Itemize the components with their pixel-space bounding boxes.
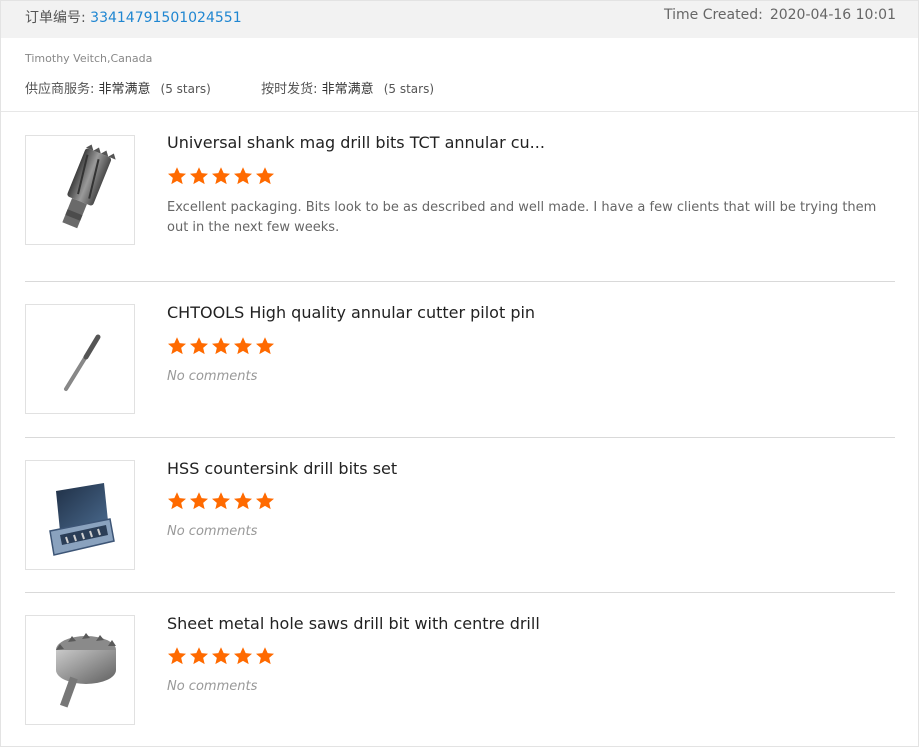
drill-bit-set-case-image — [49, 483, 115, 556]
product-rating-stars — [167, 491, 275, 511]
star-icon — [212, 167, 230, 185]
hole-saw-image — [56, 633, 116, 708]
item-divider — [25, 437, 895, 438]
service-rating-stars: (5 stars) — [160, 82, 211, 96]
product-title[interactable]: HSS countersink drill bits set — [167, 459, 397, 478]
feedback-panel: 订单编号: 33414791501024551 Time Created: 202… — [0, 0, 919, 747]
product-comment: No comments — [167, 369, 258, 384]
product-title[interactable]: Universal shank mag drill bits TCT annul… — [167, 133, 545, 152]
service-rating-value: 非常满意 — [98, 82, 151, 97]
star-icon — [256, 167, 274, 185]
item-divider — [25, 592, 895, 593]
product-thumbnail[interactable] — [25, 460, 135, 570]
star-icon — [168, 492, 186, 510]
product-comment: No comments — [167, 524, 258, 539]
star-icon — [256, 492, 274, 510]
order-header: 订单编号: 33414791501024551 Time Created: 202… — [1, 1, 918, 38]
pilot-pin-image — [64, 334, 101, 391]
product-title[interactable]: CHTOOLS High quality annular cutter pilo… — [167, 303, 535, 322]
star-icon — [190, 647, 208, 665]
star-icon — [212, 337, 230, 355]
star-icon — [168, 167, 186, 185]
shipping-rating-label: 按时发货: — [261, 82, 318, 97]
star-icon — [190, 492, 208, 510]
star-icon — [168, 647, 186, 665]
product-thumbnail[interactable] — [25, 135, 135, 245]
star-icon — [190, 337, 208, 355]
product-comment: Excellent packaging. Bits look to be as … — [167, 200, 877, 235]
section-divider — [1, 111, 918, 112]
buyer-name: Timothy Veitch,Canada — [25, 52, 153, 65]
service-rating-label: 供应商服务: — [25, 82, 95, 97]
star-icon — [234, 647, 252, 665]
product-rating-stars — [167, 336, 275, 356]
order-number-link[interactable]: 33414791501024551 — [90, 10, 241, 26]
product-thumbnail[interactable] — [25, 304, 135, 414]
order-number-label: 订单编号: 33414791501024551 — [25, 7, 242, 27]
star-icon — [234, 337, 252, 355]
product-comment: No comments — [167, 679, 258, 694]
time-created: Time Created: 2020-04-16 10:01 — [664, 7, 896, 23]
star-icon — [234, 167, 252, 185]
product-rating-stars — [167, 646, 275, 666]
star-icon — [190, 167, 208, 185]
order-number-caption: 订单编号: — [25, 10, 86, 26]
time-created-label: Time Created: — [663, 7, 763, 23]
product-rating-stars — [167, 166, 275, 186]
product-title[interactable]: Sheet metal hole saws drill bit with cen… — [167, 614, 540, 633]
shipping-rating-stars: (5 stars) — [383, 82, 434, 96]
shipping-rating-value: 非常满意 — [321, 82, 374, 97]
star-icon — [212, 492, 230, 510]
product-thumbnail[interactable] — [25, 615, 135, 725]
item-divider — [25, 281, 895, 282]
annular-cutter-image — [62, 144, 116, 229]
star-icon — [256, 337, 274, 355]
star-icon — [256, 647, 274, 665]
seller-ratings: 供应商服务: 非常满意 (5 stars) 按时发货: 非常满意 (5 stars) — [25, 78, 434, 97]
star-icon — [212, 647, 230, 665]
star-icon — [234, 492, 252, 510]
star-icon — [168, 337, 186, 355]
time-created-value: 2020-04-16 10:01 — [769, 7, 896, 23]
